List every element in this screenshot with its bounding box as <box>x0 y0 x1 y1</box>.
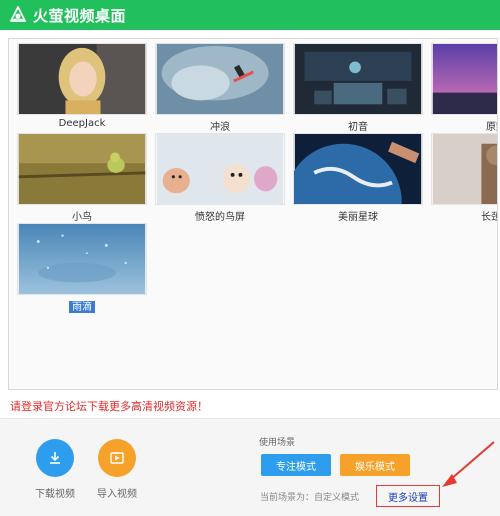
video-card-planet[interactable]: 美丽星球 <box>293 133 423 223</box>
video-thumbnail[interactable] <box>17 223 147 295</box>
video-label: 小鸟 <box>72 212 92 223</box>
video-label: DeepJack <box>58 118 106 129</box>
video-thumbnail[interactable] <box>293 43 423 115</box>
download-video-label: 下载视频 <box>35 489 75 500</box>
import-video-button[interactable] <box>98 439 136 477</box>
video-thumbnail[interactable] <box>431 133 498 205</box>
video-label: 冲浪 <box>210 122 230 133</box>
video-label: 初音 <box>348 122 368 133</box>
video-thumbnail[interactable] <box>155 43 285 115</box>
video-thumbnail[interactable] <box>155 133 285 205</box>
app-title: 火萤视频桌面 <box>33 6 127 25</box>
video-label: 美丽星球 <box>338 212 378 223</box>
video-gallery: DeepJack 冲浪 初音 原 小鸟 愤怒的鸟屏 美丽星球 长 雨滴 <box>8 38 498 390</box>
video-card-bird[interactable]: 小鸟 <box>17 133 147 223</box>
video-card-surf[interactable]: 冲浪 <box>155 43 285 133</box>
import-icon <box>110 452 124 464</box>
video-card-giraffe[interactable]: 长颈鹿 <box>431 133 498 223</box>
import-video-label: 导入视频 <box>97 489 137 500</box>
video-thumbnail[interactable] <box>17 43 147 115</box>
video-thumbnail[interactable] <box>17 133 147 205</box>
video-label: 愤怒的鸟屏 <box>195 212 245 223</box>
fun-mode-button[interactable]: 娱乐模式 <box>340 454 410 476</box>
scene-section-label: 使用场景 <box>259 438 296 448</box>
current-scene-text: 当前场景为：自定义模式 <box>260 493 360 503</box>
focus-mode-button[interactable]: 专注模式 <box>261 454 331 476</box>
video-card-angry-birds[interactable]: 愤怒的鸟屏 <box>155 133 285 223</box>
video-thumbnail[interactable] <box>293 133 423 205</box>
more-settings-link[interactable]: 更多设置 <box>376 485 440 507</box>
video-label-selected: 雨滴 <box>17 298 147 313</box>
title-bar: 火萤视频桌面 <box>0 0 500 30</box>
download-notice: 请登录官方论坛下载更多高清视频资源！ <box>10 400 208 413</box>
video-card-raindrop[interactable]: 雨滴 <box>17 223 147 313</box>
video-card-deepjack[interactable]: DeepJack <box>17 43 147 129</box>
video-card-miku[interactable]: 初音 <box>293 43 423 133</box>
video-label: 原野 <box>486 122 497 133</box>
video-thumbnail[interactable] <box>431 43 498 115</box>
download-video-button[interactable] <box>36 439 74 477</box>
video-card-field[interactable]: 原野 <box>431 43 498 133</box>
app-logo-icon <box>10 6 26 22</box>
video-label: 长颈鹿 <box>481 212 497 223</box>
download-icon <box>50 452 60 464</box>
